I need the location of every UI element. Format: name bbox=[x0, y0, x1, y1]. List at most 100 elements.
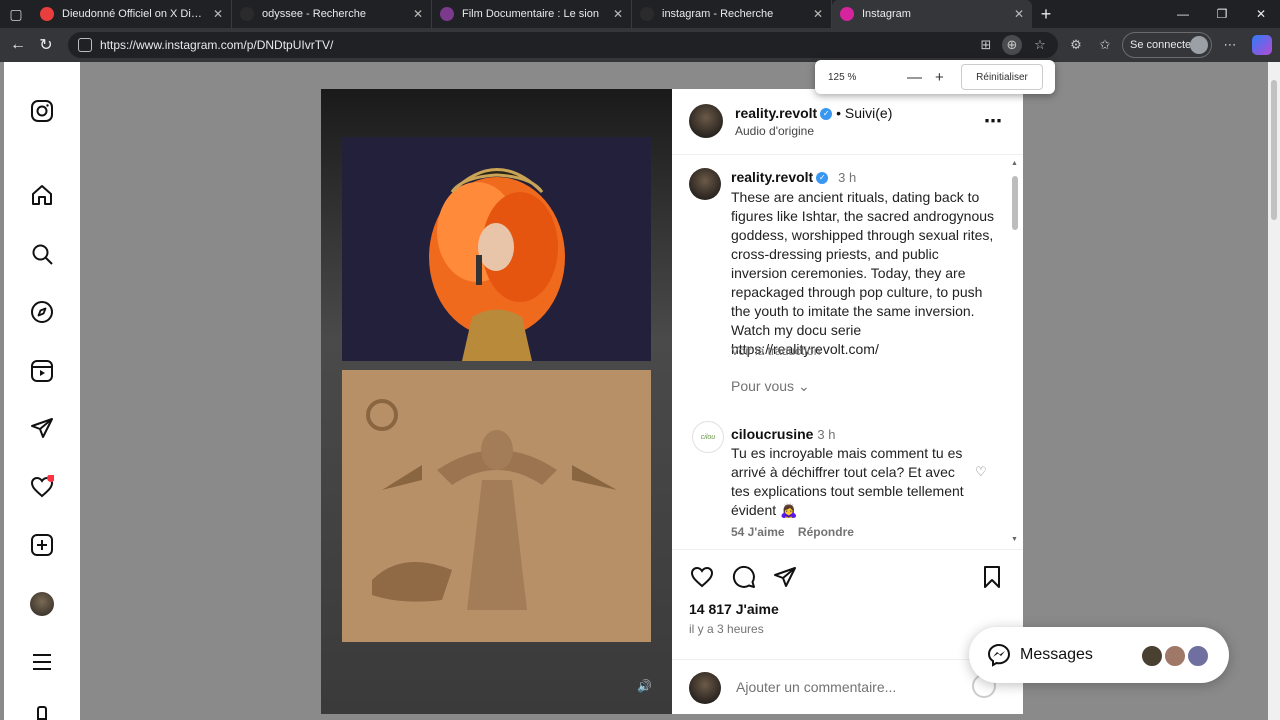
profile-avatar-icon bbox=[1190, 36, 1208, 54]
notifications-heart-icon[interactable] bbox=[30, 475, 54, 499]
instagram-sidebar bbox=[4, 62, 80, 720]
browser-tab-bar: ▢ Dieudonné Officiel on X Dieudonn ✕ ody… bbox=[0, 0, 1280, 28]
caption-text: These are ancient rituals, dating back t… bbox=[731, 189, 995, 357]
post-image-performer bbox=[342, 137, 651, 361]
post-options-icon[interactable]: ⋯ bbox=[984, 111, 1002, 132]
post-image-ishtar-relief bbox=[342, 370, 651, 642]
audio-label[interactable]: Audio d'origine bbox=[735, 124, 814, 138]
comment-time[interactable]: 3 h bbox=[817, 427, 835, 442]
also-from-meta-icon[interactable] bbox=[30, 706, 54, 720]
comment-input[interactable]: Ajouter un commentaire... bbox=[736, 679, 896, 695]
caption-username[interactable]: reality.revolt bbox=[731, 169, 813, 185]
zoom-icon[interactable]: ⊕ bbox=[1002, 35, 1022, 55]
direct-messages-icon[interactable] bbox=[30, 416, 54, 440]
new-tab-icon[interactable]: + bbox=[1032, 4, 1060, 25]
create-post-icon[interactable] bbox=[30, 533, 54, 557]
save-bookmark-icon[interactable] bbox=[979, 564, 1005, 590]
tab-title: Film Documentaire : Le sion bbox=[462, 8, 599, 20]
tab-dieudonne[interactable]: Dieudonné Officiel on X Dieudonn ✕ bbox=[32, 0, 232, 28]
post-header: reality.revolt ✓ • Suivi(e) Audio d'origi… bbox=[672, 89, 1023, 155]
maximize-icon[interactable]: ❐ bbox=[1203, 0, 1241, 28]
add-comment-bar: Ajouter un commentaire... bbox=[672, 659, 1023, 714]
current-user-avatar bbox=[689, 672, 721, 704]
sign-in-label: Se connecter bbox=[1130, 39, 1195, 51]
tab-title: odyssee - Recherche bbox=[262, 8, 366, 20]
tab-title: instagram - Recherche bbox=[662, 8, 774, 20]
more-options-icon[interactable]: ⋯ bbox=[1220, 35, 1240, 55]
sign-in-button[interactable]: Se connecter bbox=[1122, 32, 1212, 58]
back-icon[interactable]: ← bbox=[4, 31, 32, 59]
favorite-star-icon[interactable]: ☆ bbox=[1030, 35, 1050, 55]
zoom-reset-button[interactable]: Réinitialiser bbox=[961, 64, 1043, 90]
url-input[interactable]: https://www.instagram.com/p/DNDtpUIvrTV/ bbox=[68, 32, 1058, 58]
extensions-icon[interactable]: ⚙ bbox=[1066, 35, 1086, 55]
caption-time[interactable]: 3 h bbox=[838, 170, 856, 185]
messages-button[interactable]: Messages bbox=[969, 627, 1229, 683]
tab-actions-menu-icon[interactable]: ▢ bbox=[0, 0, 32, 28]
like-comment-icon[interactable]: ♡ bbox=[975, 464, 987, 480]
tab-close-icon[interactable]: ✕ bbox=[613, 7, 623, 21]
tab-favicon-icon bbox=[440, 7, 454, 21]
comment-icon[interactable] bbox=[731, 564, 757, 590]
conversation-avatar bbox=[1163, 644, 1187, 668]
instagram-logo-icon[interactable] bbox=[30, 99, 54, 123]
copilot-icon[interactable] bbox=[1252, 35, 1272, 55]
tab-instagram-search[interactable]: instagram - Recherche ✕ bbox=[632, 0, 832, 28]
comment-username[interactable]: ciloucrusine bbox=[731, 426, 813, 442]
tab-instagram[interactable]: Instagram ✕ bbox=[832, 0, 1032, 28]
tab-favicon-icon bbox=[640, 7, 654, 21]
zoom-popup: 125 % — + Réinitialiser bbox=[815, 60, 1055, 94]
favorites-icon[interactable]: ✩ bbox=[1095, 35, 1115, 55]
instagram-favicon-icon bbox=[840, 7, 854, 21]
zoom-value: 125 % bbox=[828, 71, 857, 83]
post-timestamp[interactable]: il y a 3 heures bbox=[689, 622, 764, 636]
zoom-out-icon[interactable]: — bbox=[907, 69, 922, 86]
author-username[interactable]: reality.revolt bbox=[735, 105, 817, 121]
caption-avatar[interactable] bbox=[689, 168, 721, 200]
tab-odyssee[interactable]: odyssee - Recherche ✕ bbox=[232, 0, 432, 28]
comment-likes[interactable]: 54 J'aime bbox=[731, 525, 785, 539]
page-scrollbar[interactable] bbox=[1268, 62, 1280, 720]
likes-count[interactable]: 14 817 J'aime bbox=[689, 601, 779, 617]
see-translation-link[interactable]: Voir la traduction bbox=[731, 342, 997, 361]
mute-audio-icon[interactable]: 🔊 bbox=[637, 679, 652, 693]
more-menu-icon[interactable] bbox=[30, 650, 54, 674]
conversation-avatar bbox=[1186, 644, 1210, 668]
verified-badge-icon: ✓ bbox=[816, 172, 829, 185]
comments-section: reality.revolt ✓ 3 h These are ancient ri… bbox=[672, 155, 1023, 549]
refresh-icon[interactable]: ↻ bbox=[32, 31, 60, 59]
explore-icon[interactable] bbox=[30, 300, 54, 324]
tab-title: Instagram bbox=[862, 8, 911, 20]
for-you-dropdown[interactable]: Pour vous ⌄ bbox=[731, 378, 810, 395]
minimize-icon[interactable]: — bbox=[1164, 0, 1202, 28]
follow-status[interactable]: Suivi(e) bbox=[845, 105, 892, 121]
zoom-in-icon[interactable]: + bbox=[935, 69, 944, 86]
tab-title: Dieudonné Officiel on X Dieudonn bbox=[62, 8, 205, 20]
profile-avatar-icon[interactable] bbox=[30, 592, 54, 616]
tab-close-icon[interactable]: ✕ bbox=[413, 7, 423, 21]
tab-favicon-icon bbox=[40, 7, 54, 21]
tab-close-icon[interactable]: ✕ bbox=[813, 7, 823, 21]
address-bar: ← ↻ https://www.instagram.com/p/DNDtpUIv… bbox=[0, 28, 1280, 62]
post-details-panel: reality.revolt ✓ • Suivi(e) Audio d'origi… bbox=[672, 89, 1023, 714]
comment-text: Tu es incroyable mais comment tu es arri… bbox=[731, 445, 964, 518]
search-icon[interactable] bbox=[30, 242, 54, 266]
commenter-avatar[interactable]: cilou bbox=[692, 421, 724, 453]
tab-close-icon[interactable]: ✕ bbox=[213, 7, 223, 21]
close-window-icon[interactable]: ✕ bbox=[1242, 0, 1280, 28]
messages-label: Messages bbox=[1020, 646, 1093, 663]
share-icon[interactable] bbox=[772, 564, 798, 590]
tab-close-icon[interactable]: ✕ bbox=[1014, 7, 1024, 21]
app-available-icon[interactable]: ⊞ bbox=[976, 35, 996, 55]
like-icon[interactable] bbox=[689, 564, 715, 590]
reels-icon[interactable] bbox=[30, 359, 54, 383]
comments-scrollbar[interactable]: ▲ ▼ bbox=[1011, 160, 1019, 549]
post-actions: 14 817 J'aime il y a 3 heures bbox=[672, 549, 1023, 659]
reply-button[interactable]: Répondre bbox=[798, 525, 854, 539]
tab-film-documentaire[interactable]: Film Documentaire : Le sion ✕ bbox=[432, 0, 632, 28]
site-info-icon[interactable] bbox=[78, 38, 92, 52]
home-icon[interactable] bbox=[30, 183, 54, 207]
tab-favicon-icon bbox=[240, 7, 254, 21]
author-avatar[interactable] bbox=[689, 104, 723, 138]
post-media[interactable]: 🔊 bbox=[321, 89, 672, 714]
